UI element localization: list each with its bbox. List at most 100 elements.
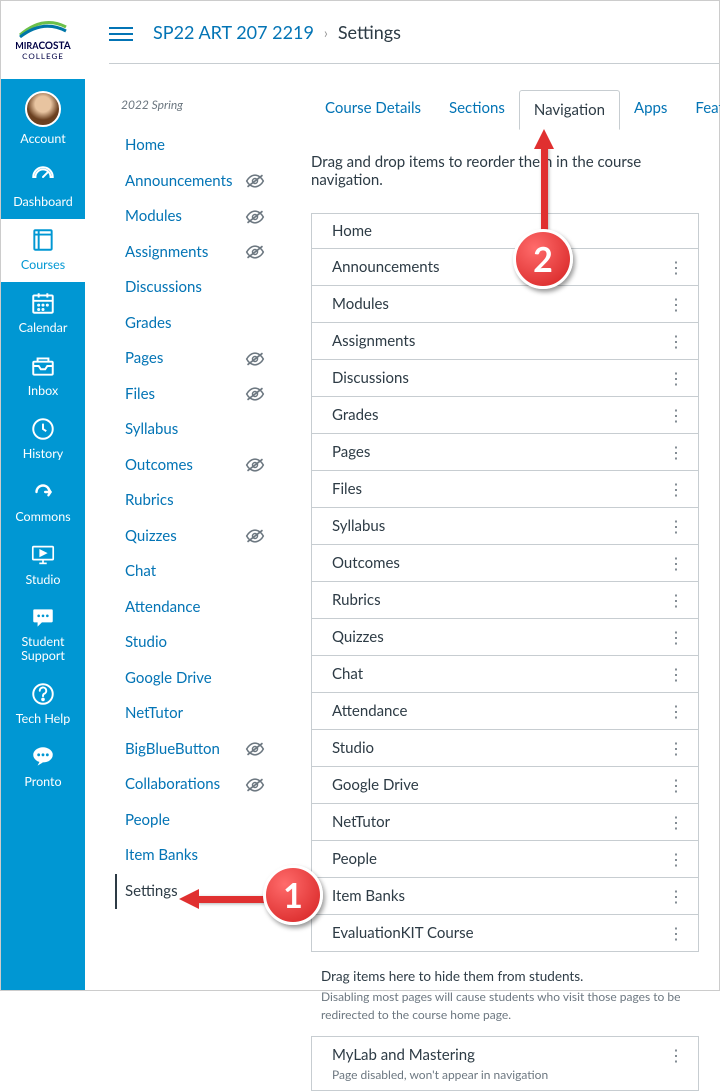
nav-item[interactable]: Grades ⋮ (312, 397, 698, 434)
gnav-student-support[interactable]: Student Support (1, 597, 85, 673)
course-nav-item[interactable]: Announcements (115, 164, 269, 200)
gnav-pronto[interactable]: Pronto (1, 736, 85, 799)
nav-item[interactable]: Discussions⋮ (312, 360, 698, 397)
kebab-icon[interactable]: ⋮ (666, 664, 686, 684)
course-nav-item[interactable]: Outcomes (115, 448, 269, 484)
course-nav-label: Home (125, 136, 165, 156)
gnav-history[interactable]: History (1, 408, 85, 471)
nav-item[interactable]: Item Banks⋮ (312, 878, 698, 915)
main-content: Course DetailsSectionsNavigationAppsFeat… (301, 79, 719, 1091)
kebab-icon[interactable]: ⋮ (666, 442, 686, 462)
nav-item[interactable]: Files⋮ (312, 471, 698, 508)
course-nav-item[interactable]: Quizzes (115, 519, 269, 555)
kebab-icon[interactable]: ⋮ (666, 368, 686, 388)
kebab-icon[interactable]: ⋮ (666, 257, 686, 277)
tab-navigation[interactable]: Navigation (519, 90, 620, 130)
tab-sections[interactable]: Sections (435, 89, 519, 129)
gnav-courses[interactable]: Courses (1, 219, 85, 282)
nav-item-label: Outcomes (332, 554, 400, 572)
clock-icon (30, 416, 56, 442)
kebab-icon[interactable]: ⋮ (666, 479, 686, 499)
kebab-icon[interactable]: ⋮ (666, 849, 686, 869)
course-nav-label: Pages (125, 349, 163, 369)
course-nav-item[interactable]: Home (115, 128, 269, 164)
nav-item[interactable]: Pages⋮ (312, 434, 698, 471)
kebab-icon[interactable]: ⋮ (666, 886, 686, 906)
nav-item[interactable]: Google Drive⋮ (312, 767, 698, 804)
nav-item[interactable]: People⋮ (312, 841, 698, 878)
nav-item[interactable]: Rubrics⋮ (312, 582, 698, 619)
nav-item[interactable]: Home (312, 214, 698, 249)
nav-item[interactable]: Attendance⋮ (312, 693, 698, 730)
tab-featu[interactable]: Featu (681, 89, 720, 129)
nav-item[interactable]: Modules⋮ (312, 286, 698, 323)
gnav-studio[interactable]: Studio (1, 534, 85, 597)
course-nav-item[interactable]: Collaborations (115, 767, 269, 803)
nav-item[interactable]: EvaluationKIT Course⋮ (312, 915, 698, 952)
breadcrumb-course-link[interactable]: SP22 ART 207 2219 (153, 21, 314, 43)
kebab-icon[interactable]: ⋮ (666, 405, 686, 425)
nav-item-label: Grades (332, 406, 378, 424)
term-label: 2022 Spring (121, 97, 269, 112)
nav-item[interactable]: Chat⋮ (312, 656, 698, 693)
course-nav-item[interactable]: Syllabus (115, 412, 269, 448)
nav-item[interactable]: Quizzes ⋮ (312, 619, 698, 656)
course-nav-item[interactable]: BigBlueButton (115, 732, 269, 768)
kebab-icon[interactable]: ⋮ (666, 923, 686, 943)
tab-apps[interactable]: Apps (620, 89, 681, 129)
gnav-label: Pronto (24, 774, 61, 789)
kebab-icon[interactable]: ⋮ (666, 701, 686, 721)
course-nav-item[interactable]: People (115, 803, 269, 839)
course-nav-item[interactable]: Grades (115, 306, 269, 342)
course-nav-label: Grades (125, 314, 171, 334)
course-nav-item[interactable]: Item Banks (115, 838, 269, 874)
nav-item[interactable]: Studio⋮ (312, 730, 698, 767)
course-nav-item[interactable]: Pages (115, 341, 269, 377)
hidden-nav-list: MyLab and Mastering ⋮ Page disabled, won… (311, 1036, 699, 1091)
course-nav-item[interactable]: Files (115, 377, 269, 413)
course-nav-item[interactable]: Studio (115, 625, 269, 661)
gnav-tech-help[interactable]: Tech Help (1, 673, 85, 736)
course-nav-label: BigBlueButton (125, 740, 220, 760)
hamburger-menu-button[interactable] (109, 23, 133, 41)
course-nav-item[interactable]: Assignments (115, 235, 269, 271)
nav-item-label: Quizzes (332, 628, 384, 646)
kebab-icon[interactable]: ⋮ (666, 738, 686, 758)
hidden-icon (245, 777, 265, 793)
kebab-icon[interactable]: ⋮ (666, 590, 686, 610)
kebab-icon[interactable]: ⋮ (666, 516, 686, 536)
course-nav-item[interactable]: Rubrics (115, 483, 269, 519)
nav-item[interactable]: Assignments⋮ (312, 323, 698, 360)
course-nav-label: Studio (125, 633, 167, 653)
course-nav-item[interactable]: Google Drive (115, 661, 269, 697)
nav-item[interactable]: Announcements⋮ (312, 249, 698, 286)
gnav-inbox[interactable]: Inbox (1, 345, 85, 408)
gnav-label: Studio (25, 572, 60, 587)
nav-item[interactable]: Outcomes ⋮ (312, 545, 698, 582)
kebab-icon[interactable]: ⋮ (666, 812, 686, 832)
gnav-calendar[interactable]: Calendar (1, 282, 85, 345)
gnav-account[interactable]: Account (1, 79, 85, 156)
course-nav-item[interactable]: Discussions (115, 270, 269, 306)
gnav-label: Dashboard (13, 194, 73, 209)
kebab-icon[interactable]: ⋮ (666, 294, 686, 314)
nav-item-label: Syllabus (332, 517, 385, 535)
kebab-icon[interactable]: ⋮ (666, 775, 686, 795)
course-nav-item[interactable]: Attendance (115, 590, 269, 626)
nav-item[interactable]: NetTutor⋮ (312, 804, 698, 841)
hidden-icon (245, 528, 265, 544)
kebab-icon[interactable]: ⋮ (666, 627, 686, 647)
kebab-icon[interactable]: ⋮ (666, 331, 686, 351)
gnav-commons[interactable]: Commons (1, 471, 85, 534)
tab-course-details[interactable]: Course Details (311, 89, 435, 129)
nav-item-disabled[interactable]: MyLab and Mastering ⋮ Page disabled, won… (312, 1037, 698, 1091)
course-nav-item[interactable]: Chat (115, 554, 269, 590)
kebab-icon[interactable]: ⋮ (666, 553, 686, 573)
kebab-icon[interactable]: ⋮ (666, 1045, 686, 1065)
course-nav-label: NetTutor (125, 704, 183, 724)
course-nav-item[interactable]: NetTutor (115, 696, 269, 732)
course-nav-item[interactable]: Modules (115, 199, 269, 235)
nav-item-sublabel: Page disabled, won't appear in navigatio… (332, 1067, 686, 1082)
nav-item[interactable]: Syllabus ⋮ (312, 508, 698, 545)
gnav-dashboard[interactable]: Dashboard (1, 156, 85, 219)
